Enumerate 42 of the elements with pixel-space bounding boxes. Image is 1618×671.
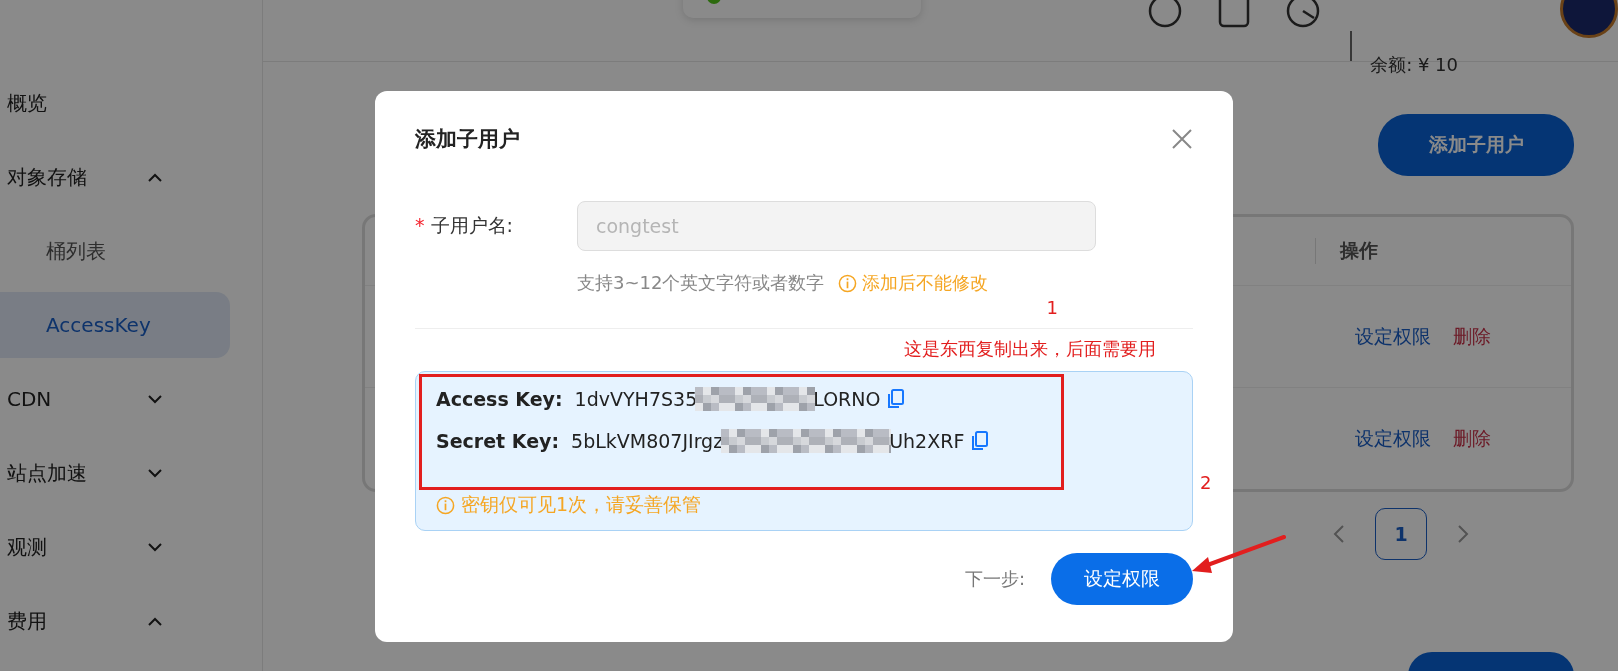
copy-icon[interactable] xyxy=(888,389,905,409)
delete-link[interactable]: 删除 xyxy=(1453,323,1491,350)
permission-link[interactable]: 设定权限 xyxy=(1355,425,1431,452)
sidebar-item[interactable]: 桶列表 xyxy=(0,218,230,284)
annotation-note: 这是东西复制出来，后面需要用 xyxy=(903,337,1156,361)
add-subuser-button[interactable]: 添加子用户 xyxy=(1378,114,1574,176)
info-icon xyxy=(838,273,858,293)
key-label: Access Key: xyxy=(436,388,563,410)
next-page-icon[interactable] xyxy=(1457,524,1469,544)
sidebar-item[interactable]: AccessKey xyxy=(0,292,230,358)
sidebar-item[interactable]: 对象存储 xyxy=(0,144,230,210)
sidebar-item[interactable]: 观测 xyxy=(0,514,230,580)
key-label: Secret Key: xyxy=(436,430,560,452)
dialog-title: 添加子用户 xyxy=(415,126,520,153)
sidebar-item[interactable]: CDN xyxy=(0,366,230,432)
annotation-number: 1 xyxy=(1046,297,1058,318)
key-value: Uh2XRF xyxy=(889,430,965,452)
permission-link[interactable]: 设定权限 xyxy=(1355,323,1431,350)
hint-text: 支持3~12个英文字符或者数字 xyxy=(577,271,825,295)
copy-icon[interactable] xyxy=(972,431,989,451)
next-step-label: 下一步: xyxy=(964,567,1025,591)
delete-link[interactable]: 删除 xyxy=(1453,425,1491,452)
column-header: 操作 xyxy=(1315,238,1571,264)
key-value: LORNO xyxy=(813,388,881,410)
key-value: 1dvVYH7S35 xyxy=(574,388,698,410)
help-icon[interactable] xyxy=(1148,0,1183,28)
prev-page-icon[interactable] xyxy=(1333,524,1345,544)
annotation-number: 2 xyxy=(1200,472,1212,493)
sidebar-item[interactable]: 站点加速 xyxy=(0,440,230,506)
close-icon[interactable] xyxy=(1171,128,1193,150)
clock-icon[interactable] xyxy=(1286,0,1321,28)
field-label: * 子用户名: xyxy=(415,213,514,238)
key-warning-text: 密钥仅可见1次，请妥善保管 xyxy=(461,492,702,517)
warning-text: 添加后不能修改 xyxy=(862,271,989,295)
sidebar-item[interactable]: 费用 xyxy=(0,588,230,654)
key-value: 5bLkVM807JIrgz xyxy=(571,430,724,452)
page-button[interactable]: 1 xyxy=(1375,508,1427,560)
set-permission-button[interactable]: 设定权限 xyxy=(1051,553,1193,605)
info-icon xyxy=(436,495,455,515)
message-icon[interactable] xyxy=(1218,0,1251,28)
balance-text: 余额: ¥ 10 xyxy=(1370,53,1458,77)
sidebar-item[interactable]: 概览 xyxy=(0,70,230,136)
